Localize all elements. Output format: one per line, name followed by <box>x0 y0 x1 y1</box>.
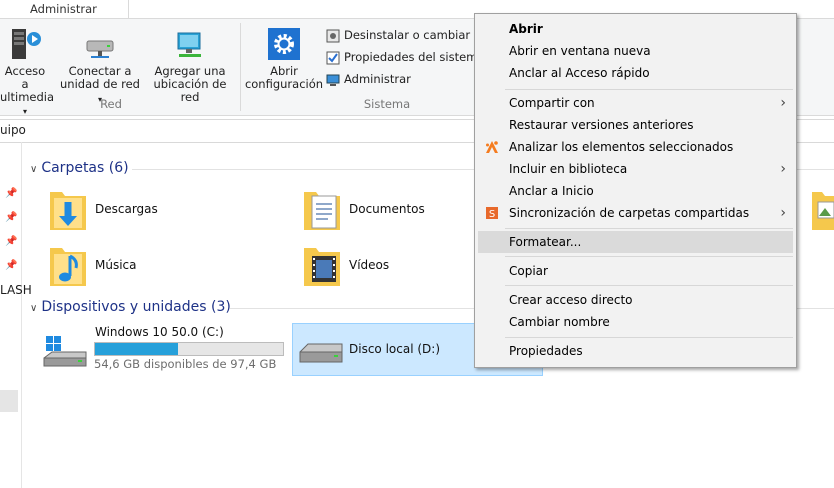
nav-item-selected[interactable] <box>0 390 18 412</box>
menu-separator <box>505 285 793 286</box>
folder-item-music[interactable]: Música <box>48 244 268 288</box>
menu-item-label: Copiar <box>509 264 548 278</box>
menu-item-format[interactable]: Formatear... <box>478 231 793 253</box>
group-label-sistema: Sistema <box>363 97 411 111</box>
menu-separator <box>505 256 793 257</box>
menu-item-include-library[interactable]: Incluir en biblioteca › <box>475 158 796 180</box>
uninstall-program-button[interactable]: Desinstalar o cambiar un <box>326 25 488 47</box>
map-network-drive-button[interactable]: Conectar a unidad de red ▾ <box>58 27 142 106</box>
pin-icon[interactable]: 📌 <box>5 236 17 247</box>
menu-item-label: Sincronización de carpetas compartidas <box>509 206 750 220</box>
group-label-red: Red <box>100 97 122 111</box>
address-bar-text: uipo <box>0 123 26 137</box>
folder-item-downloads[interactable]: Descargas <box>48 188 268 232</box>
menu-item-label: Restaurar versiones anteriores <box>509 118 694 132</box>
tab-administrar[interactable]: Administrar <box>0 0 129 18</box>
menu-item-restore-previous[interactable]: Restaurar versiones anteriores <box>475 114 796 136</box>
manage-label: Administrar <box>344 72 411 86</box>
multimedia-label-2: ultimedia <box>0 90 55 104</box>
devices-section-header[interactable]: ∨ Dispositivos y unidades (3) <box>30 299 231 315</box>
add-network-location-button[interactable]: Agregar una ubicación de red <box>144 27 236 104</box>
menu-item-open-new-window[interactable]: Abrir en ventana nueva <box>475 40 796 62</box>
menu-item-label: Analizar los elementos seleccionados <box>509 140 734 154</box>
avast-icon <box>486 141 498 153</box>
menu-separator <box>505 337 793 338</box>
drive-c-name: Windows 10 50.0 (C:) <box>95 325 224 339</box>
music-folder-icon <box>50 248 86 286</box>
menu-item-rename[interactable]: Cambiar nombre <box>475 311 796 333</box>
menu-item-shared-folder-sync[interactable]: S Sincronización de carpetas compartidas… <box>475 202 796 224</box>
hard-drive-icon <box>299 343 343 363</box>
folders-section-title: Carpetas (6) <box>41 160 129 176</box>
drive-d-name: Disco local (D:) <box>349 342 441 356</box>
menu-item-label: Compartir con <box>509 96 595 110</box>
pin-icon[interactable]: 📌 <box>5 260 17 271</box>
ribbon-group-divider <box>240 23 241 111</box>
menu-item-label: Incluir en biblioteca <box>509 162 628 176</box>
cd-icon <box>326 29 340 43</box>
sync-folder-icon: S <box>486 207 498 220</box>
manage-button[interactable]: Administrar <box>326 69 411 91</box>
windows-drive-icon <box>43 336 87 367</box>
menu-item-label: Propiedades <box>509 344 583 358</box>
menu-item-label: Abrir en ventana nueva <box>509 44 651 58</box>
folder-name: Vídeos <box>349 258 390 272</box>
tab-administrar-label: Administrar <box>30 2 97 16</box>
menu-item-pin-start[interactable]: Anclar a Inicio <box>475 180 796 202</box>
menu-item-properties[interactable]: Propiedades <box>475 340 796 362</box>
menu-item-scan-selected[interactable]: Analizar los elementos seleccionados <box>475 136 796 158</box>
context-menu: Abrir Abrir en ventana nueva Anclar al A… <box>474 13 797 368</box>
chevron-right-icon: › <box>780 95 786 111</box>
pin-icon[interactable]: 📌 <box>5 188 17 199</box>
media-server-icon <box>12 29 41 59</box>
chevron-right-icon: › <box>780 205 786 221</box>
computer-management-icon <box>326 73 340 87</box>
menu-separator <box>505 89 793 90</box>
gear-icon <box>268 28 300 60</box>
open-settings-label-2: configuración <box>244 77 324 91</box>
folder-name: Descargas <box>95 202 158 216</box>
drive-c-usage-bar <box>94 342 284 356</box>
menu-item-create-shortcut[interactable]: Crear acceso directo <box>475 289 796 311</box>
network-location-icon <box>177 32 201 57</box>
navigation-pane[interactable]: 📌 📌 📌 📌 LASH <box>0 142 32 488</box>
chevron-right-icon: › <box>780 161 786 177</box>
chevron-down-icon: ∨ <box>30 164 38 175</box>
folders-section-header[interactable]: ∨ Carpetas (6) <box>30 160 129 176</box>
drive-c-usage-fill <box>95 343 178 355</box>
uninstall-label: Desinstalar o cambiar un <box>344 28 489 42</box>
menu-separator <box>505 228 793 229</box>
menu-item-share-with[interactable]: Compartir con › <box>475 92 796 114</box>
svg-text:S: S <box>489 209 495 220</box>
menu-item-label: Abrir <box>509 22 543 36</box>
menu-item-open[interactable]: Abrir <box>475 18 796 40</box>
downloads-folder-icon <box>50 192 86 230</box>
checklist-icon <box>326 51 340 65</box>
pictures-folder-icon[interactable] <box>812 188 834 232</box>
documents-folder-icon <box>304 192 340 230</box>
menu-item-pin-quick-access[interactable]: Anclar al Acceso rápido <box>475 62 796 84</box>
menu-item-label: Formatear... <box>509 235 582 249</box>
chevron-down-icon: ∨ <box>30 303 38 314</box>
multimedia-label-1: Acceso a <box>4 64 46 91</box>
drive-c-free-space: 54,6 GB disponibles de 97,4 GB <box>94 357 277 371</box>
dropdown-caret-icon: ▾ <box>22 107 27 116</box>
menu-item-label: Cambiar nombre <box>509 315 610 329</box>
menu-item-label: Crear acceso directo <box>509 293 633 307</box>
folder-name: Documentos <box>349 202 425 216</box>
open-settings-button[interactable]: Abrir configuración <box>244 27 324 91</box>
system-properties-button[interactable]: Propiedades del sistema <box>326 47 484 69</box>
folder-name: Música <box>95 258 137 272</box>
devices-section-title: Dispositivos y unidades (3) <box>41 299 231 315</box>
nav-item-flash[interactable]: LASH <box>0 283 32 297</box>
menu-item-copy[interactable]: Copiar <box>475 260 796 282</box>
menu-item-label: Anclar al Acceso rápido <box>509 66 650 80</box>
menu-item-label: Anclar a Inicio <box>509 184 594 198</box>
system-properties-label: Propiedades del sistema <box>344 50 485 64</box>
network-drive-icon <box>86 40 114 58</box>
videos-folder-icon <box>304 248 340 286</box>
multimedia-access-button[interactable]: Acceso a ultimedia ▾ <box>0 27 54 118</box>
map-drive-label-2: unidad de red <box>60 77 140 91</box>
pin-icon[interactable]: 📌 <box>5 212 17 223</box>
